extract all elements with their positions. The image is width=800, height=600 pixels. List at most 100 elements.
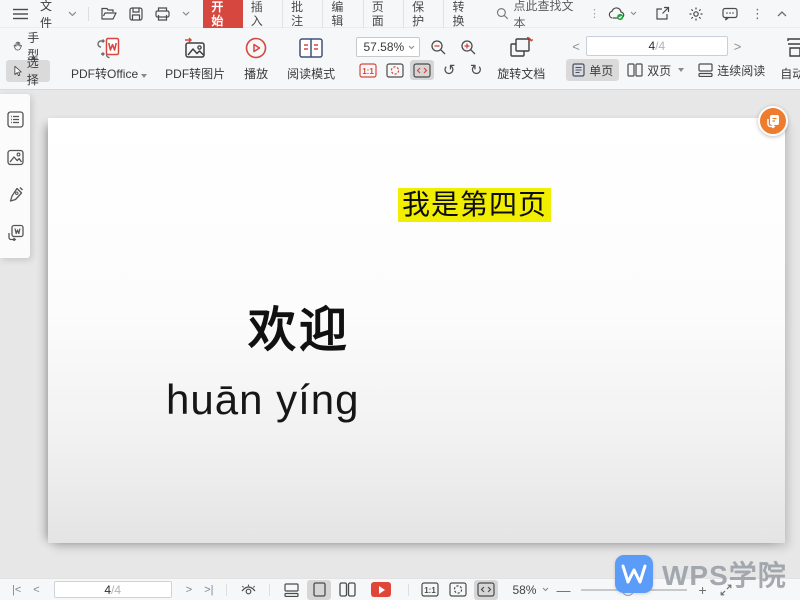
zoom-level-input[interactable]: 57.58% (356, 37, 420, 57)
double-page-icon (627, 63, 643, 77)
fullscreen-icon[interactable] (714, 580, 738, 600)
feedback-comment-icon[interactable] (717, 3, 743, 25)
last-page-icon[interactable]: >| (200, 584, 217, 596)
one-to-one-label: 1:1 (362, 67, 374, 76)
divider (269, 584, 270, 596)
next-page-bottom-icon[interactable]: > (182, 584, 196, 596)
print-icon[interactable] (150, 3, 175, 25)
tab-comment[interactable]: 批注 (282, 0, 322, 32)
tab-convert[interactable]: 转换 (443, 0, 483, 32)
collapse-ribbon-icon[interactable] (772, 3, 792, 25)
page-number-input-bottom[interactable]: 4/4 (54, 581, 172, 598)
zoom-plus-button[interactable]: + (695, 582, 709, 598)
pointer-tools-group: 手型 选择 (6, 32, 50, 85)
total-pages: /4 (655, 39, 665, 53)
rotate-right-icon[interactable]: ↻ (464, 60, 488, 80)
ribbon-tabs: 开始 插入 批注 编辑 页面 保护 转换 (203, 0, 483, 32)
tab-home[interactable]: 开始 (203, 0, 242, 32)
page-number-input[interactable]: 4/4 (586, 36, 728, 56)
zoom-caret-icon[interactable] (542, 587, 549, 592)
read-mode-button[interactable]: 阅读模式 (278, 32, 344, 85)
pdf-to-office-label: PDF转Office (71, 65, 147, 82)
slide-title: 欢迎 (248, 290, 350, 360)
single-page-bottom-icon[interactable] (307, 580, 331, 600)
file-menu[interactable]: 文件 (35, 3, 81, 25)
play-icon (243, 35, 269, 61)
prev-page-icon[interactable]: < (566, 39, 586, 54)
dropdown-caret-icon (141, 74, 147, 78)
divider (226, 584, 227, 596)
hand-icon (12, 38, 23, 54)
slider-tick (634, 587, 635, 593)
single-page-mode-button[interactable]: 单页 (566, 59, 619, 81)
search-box[interactable]: 点此查找文本 ⋮ (496, 0, 601, 31)
outline-panel-icon[interactable] (3, 108, 27, 132)
hamburger-menu-icon[interactable] (8, 3, 33, 25)
sign-pen-icon[interactable] (3, 183, 27, 207)
fit-page-button[interactable] (383, 60, 407, 80)
next-page-icon[interactable]: > (728, 39, 748, 54)
zoom-in-icon[interactable] (456, 37, 480, 57)
highlighted-text[interactable]: 我是第四页 (398, 188, 551, 222)
cloud-sync-icon[interactable] (603, 3, 642, 25)
floating-export-button[interactable] (758, 106, 788, 136)
open-file-icon[interactable] (96, 3, 122, 25)
current-page: 4 (648, 39, 655, 53)
tab-edit[interactable]: 编辑 (322, 0, 362, 32)
first-page-icon[interactable]: |< (8, 584, 25, 596)
rotate-document-button[interactable]: 旋转文档 (488, 32, 554, 85)
tab-protect[interactable]: 保护 (403, 0, 443, 32)
continuous-layout-bottom-icon[interactable] (279, 580, 303, 600)
fit-width-bottom-button[interactable] (474, 580, 498, 600)
actual-size-button[interactable]: 1:1 (356, 60, 380, 80)
status-bar: |< < 4/4 > >| 1:1 58% — + (0, 578, 800, 600)
prev-page-bottom-icon[interactable]: < (29, 584, 43, 596)
more-options-icon[interactable]: ⋮ (751, 9, 764, 19)
auto-scroll-button[interactable]: 自动滚 (771, 32, 800, 85)
zoom-slider[interactable] (581, 583, 687, 597)
pdf-to-image-icon (182, 35, 208, 61)
tab-insert[interactable]: 插入 (243, 0, 282, 32)
file-menu-label: 文件 (40, 0, 64, 31)
rotate-document-label: 旋转文档 (497, 65, 545, 82)
play-label: 播放 (244, 65, 268, 82)
image-panel-icon[interactable] (3, 145, 27, 169)
rotate-left-icon[interactable]: ↺ (437, 60, 461, 80)
pdf-to-office-button[interactable]: PDF转Office (62, 32, 156, 85)
settings-gear-icon[interactable] (683, 3, 709, 25)
export-to-word-icon[interactable] (3, 220, 27, 244)
svg-text:1:1: 1:1 (425, 586, 437, 595)
pdf-page[interactable]: 我是第四页 欢迎 huān yíng (48, 118, 785, 543)
actual-size-bottom-button[interactable]: 1:1 (418, 580, 442, 600)
share-icon[interactable] (650, 3, 675, 25)
continuous-read-label: 连续阅读 (717, 62, 765, 79)
pdf-to-image-button[interactable]: PDF转图片 (156, 32, 234, 85)
play-button[interactable]: 播放 (234, 32, 278, 85)
single-page-icon (572, 63, 585, 77)
save-icon[interactable] (124, 3, 148, 25)
auto-scroll-label: 自动滚 (780, 65, 800, 82)
single-page-label: 单页 (589, 62, 613, 79)
divider (88, 7, 89, 21)
current-page-bottom: 4 (104, 583, 111, 597)
double-page-bottom-icon[interactable] (335, 580, 359, 600)
zoom-out-icon[interactable] (426, 37, 450, 57)
slider-thumb[interactable] (622, 584, 634, 596)
continuous-read-icon (698, 63, 713, 77)
search-more-icon[interactable]: ⋮ (589, 7, 601, 20)
tab-page[interactable]: 页面 (363, 0, 403, 32)
menubar-right-icons: ⋮ (603, 3, 792, 25)
slide-pinyin: huān yíng (166, 376, 360, 424)
fit-width-button[interactable] (410, 60, 434, 80)
play-slideshow-button[interactable] (371, 582, 391, 597)
double-page-mode-button[interactable]: 双页 (621, 59, 690, 81)
zoom-percent-bottom[interactable]: 58% (512, 583, 536, 597)
quick-access-dropdown-icon[interactable] (177, 3, 195, 25)
select-tool-button[interactable]: 选择 (6, 60, 50, 82)
continuous-read-button[interactable]: 连续阅读 (692, 59, 771, 81)
total-pages-bottom: /4 (111, 583, 121, 597)
fit-page-bottom-button[interactable] (446, 580, 470, 600)
zoom-minus-button[interactable]: — (553, 582, 573, 598)
divider (408, 584, 409, 596)
eye-protect-icon[interactable] (236, 580, 260, 600)
